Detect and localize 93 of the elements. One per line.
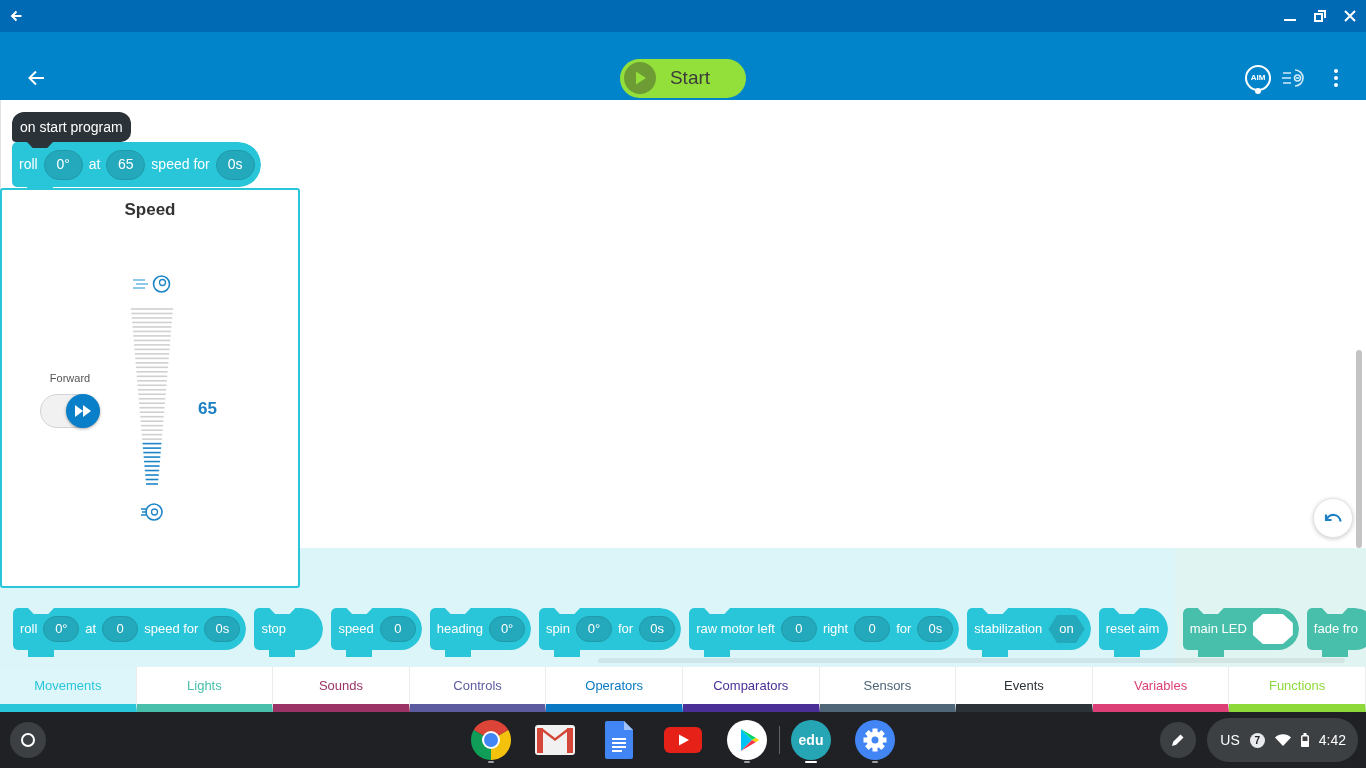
ball-speed-icon[interactable] bbox=[1282, 68, 1306, 88]
category-tab[interactable]: Comparators bbox=[682, 667, 820, 712]
code-block[interactable]: roll 0° at 0 speed for 0s bbox=[13, 608, 247, 657]
category-tab[interactable]: Sensors bbox=[819, 667, 957, 712]
tricolor-circle-icon[interactable] bbox=[471, 720, 511, 760]
number-input[interactable]: 0° bbox=[489, 616, 526, 642]
hat-block[interactable]: on start program bbox=[12, 112, 131, 142]
block-label: fade fro bbox=[1313, 620, 1358, 639]
code-block[interactable]: spin 0° for 0s bbox=[539, 608, 682, 657]
code-block[interactable]: reset aim bbox=[1098, 608, 1168, 657]
video-play-icon[interactable] bbox=[664, 727, 702, 753]
envelope-icon[interactable] bbox=[535, 725, 575, 755]
category-tab[interactable]: Lights bbox=[136, 667, 274, 712]
category-tab[interactable]: Operators bbox=[546, 667, 683, 712]
category-tab[interactable]: Movements bbox=[0, 667, 137, 712]
number-input[interactable]: 0s bbox=[215, 149, 255, 180]
direction-label: Forward bbox=[49, 371, 91, 386]
category-tab[interactable]: Events bbox=[956, 667, 1093, 712]
number-input[interactable]: 0° bbox=[43, 616, 80, 642]
clock-time: 4:42 bbox=[1318, 730, 1346, 750]
block-label: for bbox=[896, 620, 912, 639]
category-tab[interactable]: Sounds bbox=[273, 667, 410, 712]
start-button[interactable]: Start bbox=[619, 58, 747, 98]
block-label: on start program bbox=[20, 117, 123, 137]
fast-ball-icon bbox=[133, 275, 171, 293]
code-block[interactable]: raw motor left 0 right 0 for 0s bbox=[689, 608, 960, 657]
code-block[interactable]: speed 0 bbox=[331, 608, 422, 657]
notification-count: 7 bbox=[1249, 732, 1265, 748]
code-block[interactable]: stabilization on bbox=[967, 608, 1091, 657]
number-input[interactable]: 0s bbox=[917, 616, 954, 642]
block-label: speed for bbox=[144, 620, 199, 639]
back-arrow-icon[interactable] bbox=[10, 10, 22, 22]
status-tray[interactable]: US 7 4:42 bbox=[1207, 718, 1358, 762]
color-input[interactable] bbox=[1252, 614, 1293, 644]
number-input[interactable]: 0s bbox=[639, 616, 676, 642]
number-input[interactable]: 0 bbox=[854, 616, 891, 642]
block-label: heading bbox=[436, 620, 484, 639]
more-icon[interactable] bbox=[1334, 69, 1338, 87]
undo-icon bbox=[1324, 512, 1342, 524]
close-icon[interactable] bbox=[1344, 10, 1356, 22]
play-icon bbox=[623, 62, 656, 94]
triangle-logo-icon[interactable] bbox=[727, 720, 767, 760]
popup-title: Speed bbox=[124, 199, 176, 221]
battery-icon bbox=[1300, 733, 1309, 747]
pen-icon bbox=[1171, 733, 1186, 747]
category-tab[interactable]: Controls bbox=[409, 667, 547, 712]
code-block[interactable]: heading 0° bbox=[429, 608, 532, 657]
restore-icon[interactable] bbox=[1314, 10, 1326, 22]
block-label: raw motor left bbox=[696, 620, 775, 639]
dot-icon bbox=[1255, 88, 1261, 94]
horizontal-scrollbar[interactable] bbox=[598, 658, 1345, 663]
block-label: right bbox=[822, 620, 849, 639]
block-label: for bbox=[617, 620, 634, 639]
number-input[interactable]: 0s bbox=[204, 616, 241, 642]
edu-app-button[interactable]: edu bbox=[791, 720, 831, 760]
stylus-button[interactable] bbox=[1160, 722, 1197, 758]
speed-value: 65 bbox=[198, 398, 217, 420]
slow-ball-icon bbox=[141, 503, 163, 521]
block-label: spin bbox=[546, 620, 570, 639]
fast-forward-icon bbox=[75, 404, 91, 417]
number-input[interactable]: 0 bbox=[102, 616, 139, 642]
document-icon[interactable] bbox=[605, 721, 633, 759]
category-tab[interactable]: Variables bbox=[1092, 667, 1230, 712]
block-label: at bbox=[88, 155, 101, 174]
block-label: speed for bbox=[151, 155, 210, 174]
category-tab[interactable]: Functions bbox=[1229, 667, 1366, 712]
boolean-input[interactable]: on bbox=[1048, 615, 1085, 643]
block-label: roll bbox=[20, 620, 38, 639]
block-label: stop bbox=[261, 620, 286, 639]
block-label: speed bbox=[338, 620, 374, 639]
keyboard-layout-label: US bbox=[1220, 730, 1240, 750]
number-input[interactable]: 0° bbox=[43, 149, 83, 180]
launcher-icon[interactable] bbox=[10, 722, 46, 758]
wifi-icon bbox=[1274, 734, 1291, 746]
number-input[interactable]: 0 bbox=[780, 616, 817, 642]
vertical-scrollbar[interactable] bbox=[1356, 350, 1362, 548]
undo-button[interactable] bbox=[1313, 498, 1353, 538]
block-label: reset aim bbox=[1105, 620, 1160, 639]
aim-button[interactable]: AIM bbox=[1245, 65, 1271, 91]
code-block[interactable]: main LED bbox=[1182, 608, 1299, 657]
code-block[interactable]: stop bbox=[254, 608, 324, 657]
block-label: at bbox=[85, 620, 97, 639]
back-arrow-icon[interactable] bbox=[27, 70, 45, 86]
block-label: main LED bbox=[1189, 620, 1247, 639]
direction-toggle[interactable] bbox=[40, 393, 100, 428]
block-label: stabilization bbox=[974, 620, 1043, 639]
number-input[interactable]: 65 bbox=[106, 149, 146, 180]
settings-icon[interactable] bbox=[855, 720, 895, 760]
code-block[interactable]: fade fro bbox=[1306, 608, 1366, 657]
speed-slider-track[interactable] bbox=[130, 308, 174, 485]
number-input[interactable]: 0° bbox=[575, 616, 612, 642]
block-label: roll bbox=[19, 155, 38, 174]
number-input[interactable]: 0 bbox=[379, 616, 416, 642]
